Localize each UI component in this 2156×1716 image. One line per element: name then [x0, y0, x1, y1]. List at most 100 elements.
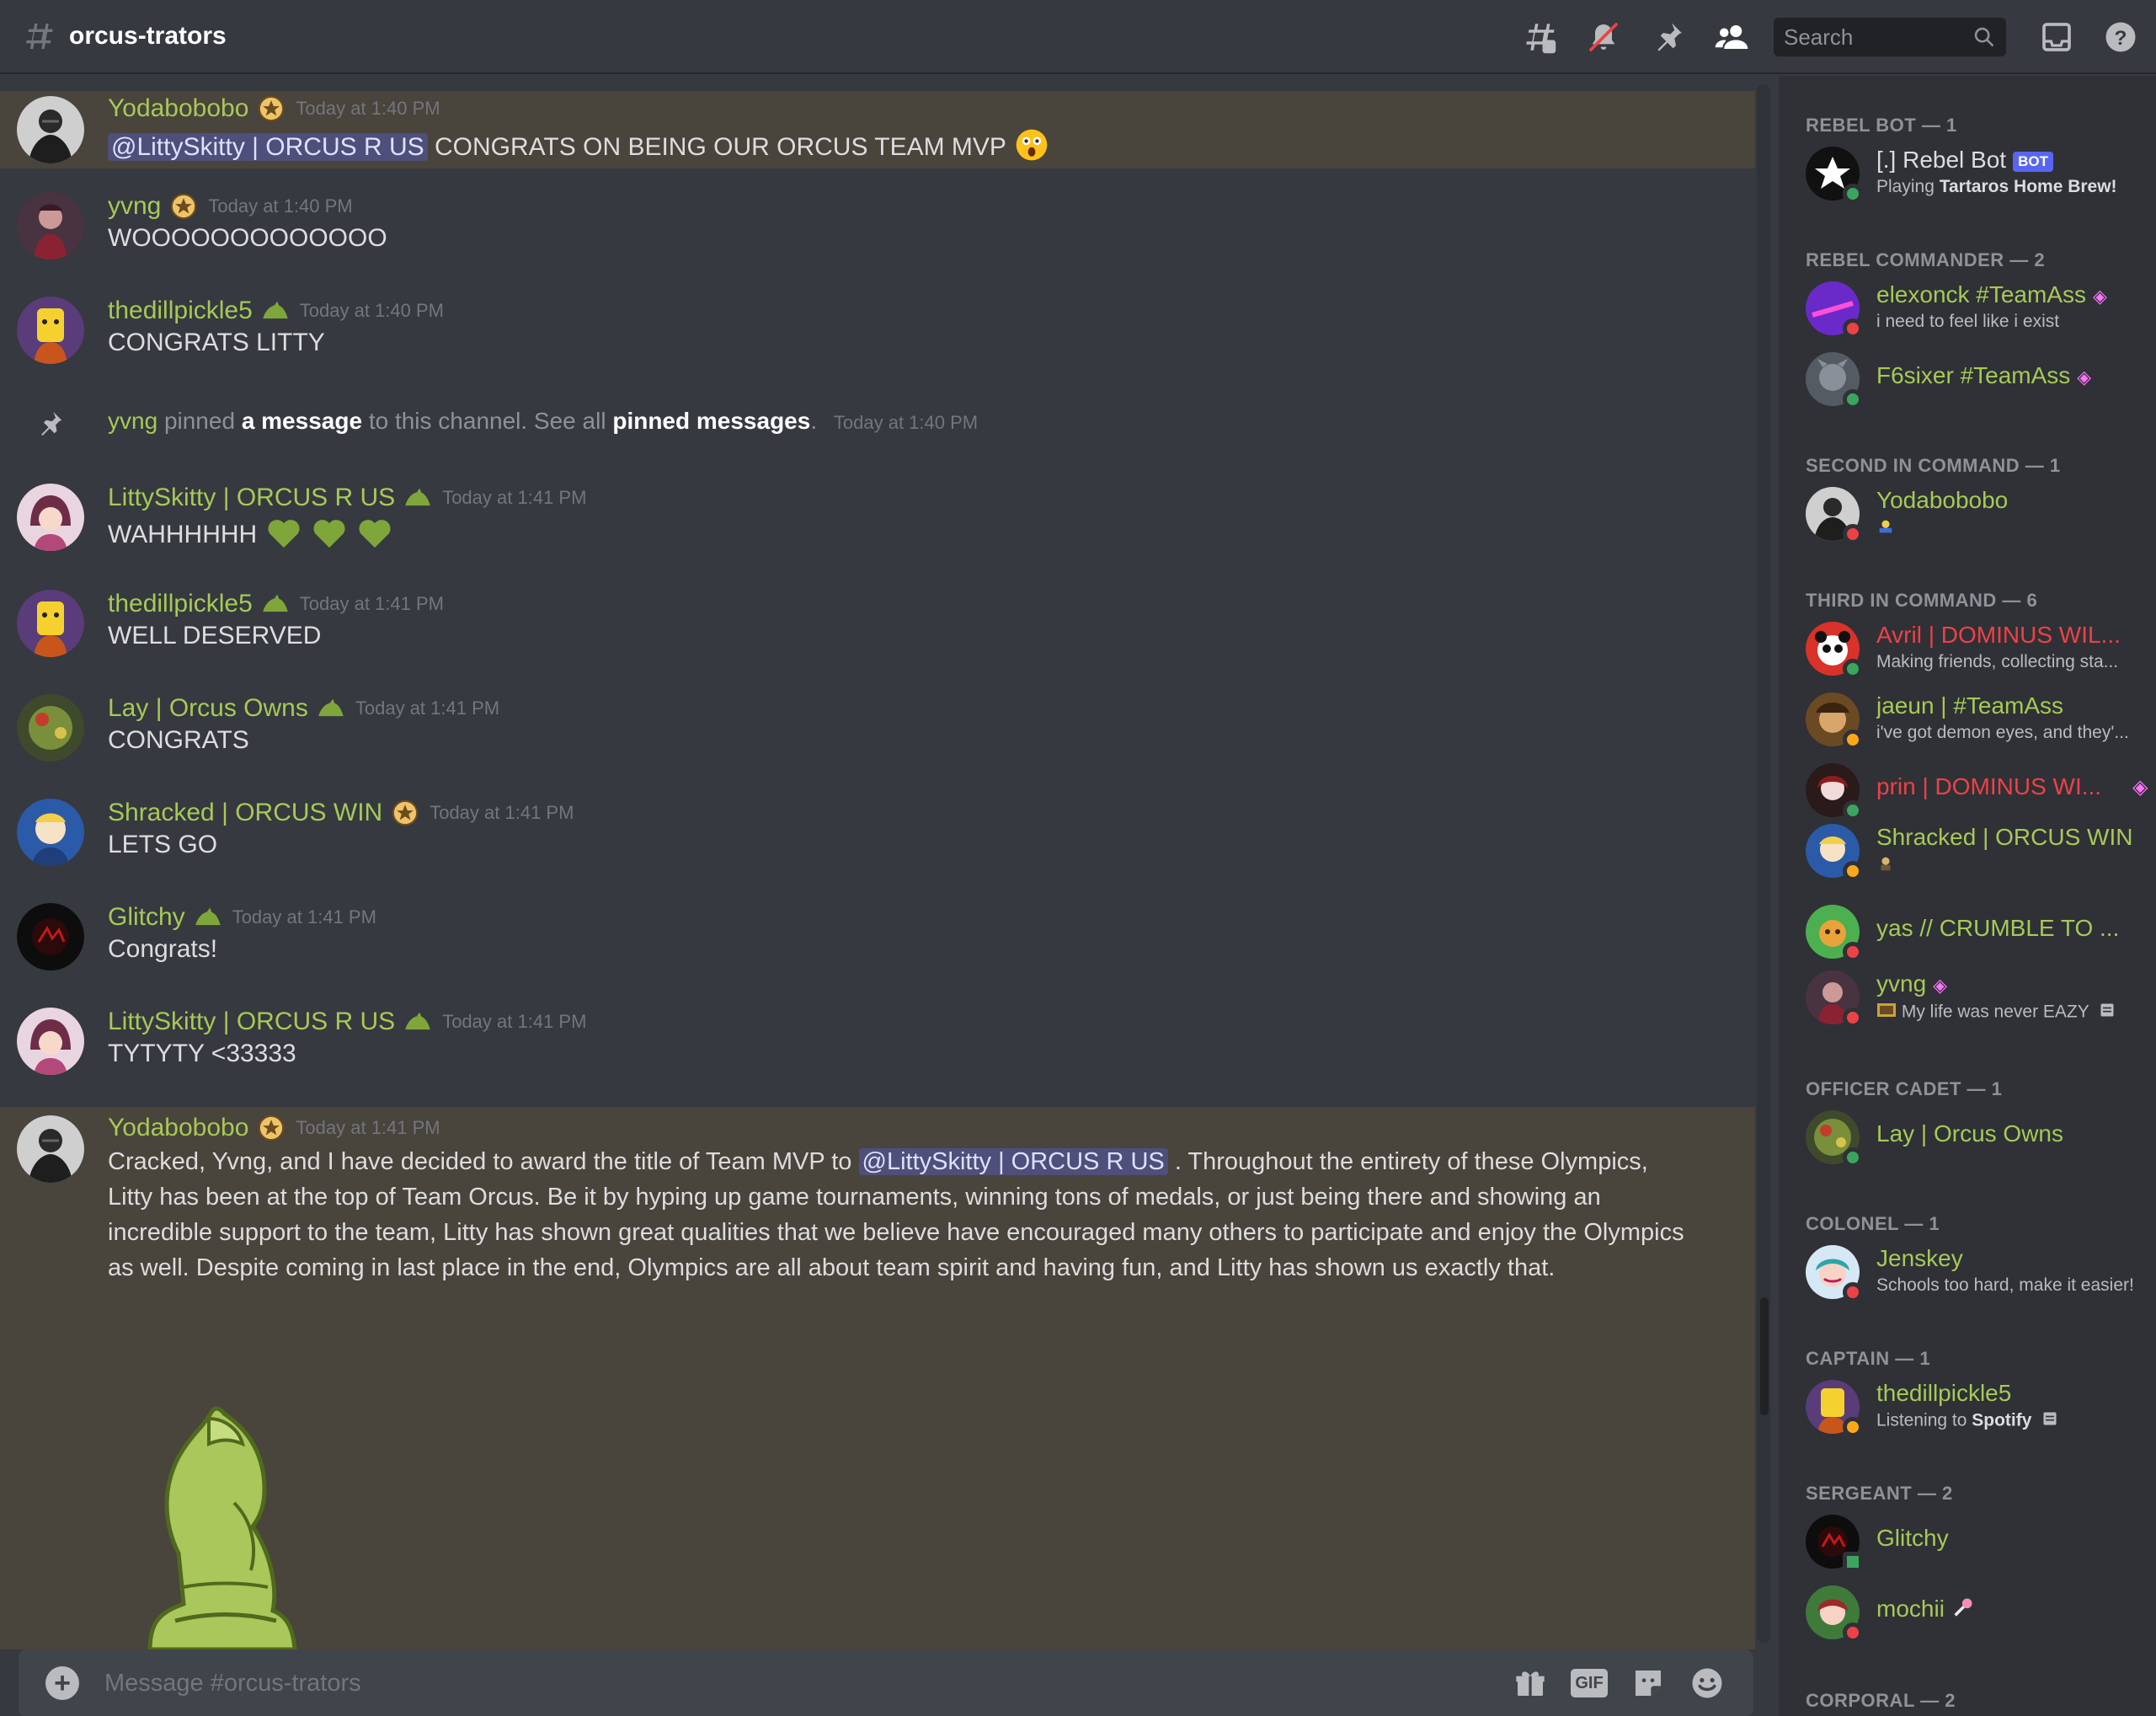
pinned-messages-link[interactable]: pinned messages: [612, 408, 810, 434]
user-mention[interactable]: @LittySkitty | ORCUS R US: [108, 132, 428, 161]
sticker-icon[interactable]: [1630, 1665, 1667, 1702]
member-item[interactable]: prin | DOMINUS WI... ◈: [1806, 756, 2151, 824]
gift-icon[interactable]: [1512, 1665, 1549, 1702]
role-badge-icon: [169, 192, 198, 221]
message-content: LETS GO: [108, 831, 218, 858]
member-item[interactable]: Lay | Orcus Owns: [1806, 1104, 2151, 1171]
search-input[interactable]: [1784, 24, 1961, 51]
member-status-text: Making friends, collecting sta...: [1876, 652, 2119, 671]
message-author[interactable]: Lay | Orcus Owns: [108, 694, 308, 723]
member-item[interactable]: yas // CRUMBLE TO ...: [1806, 898, 2151, 965]
message-author[interactable]: yvng: [108, 192, 161, 221]
pin-system-message: yvng pinned a message to this channel. S…: [0, 406, 1755, 440]
timestamp: Today at 1:41 PM: [355, 698, 500, 719]
bot-badge: BOT: [2013, 151, 2053, 172]
rich-presence-icon: [2099, 1002, 2116, 1024]
avatar: [1806, 281, 1863, 339]
timestamp: Today at 1:41 PM: [430, 802, 574, 823]
status-idle-icon: [1843, 730, 1863, 750]
inbox-icon[interactable]: [2038, 19, 2075, 56]
member-group-header: CAPTAIN — 1: [1806, 1348, 1931, 1369]
message-item[interactable]: LittySkitty | ORCUS R US Today at 1:41 P…: [0, 1008, 1755, 1075]
message-item[interactable]: LittySkitty | ORCUS R US Today at 1:41 P…: [0, 484, 1755, 551]
member-item[interactable]: Glitchy: [1806, 1508, 2151, 1575]
status-mobile-icon: [1843, 1552, 1863, 1572]
message-author[interactable]: LittySkitty | ORCUS R US: [108, 484, 395, 512]
message-item[interactable]: yvng Today at 1:40 PM WOOOOOOOOOOOOO: [0, 192, 1755, 259]
avatar[interactable]: [17, 1115, 84, 1183]
message-author[interactable]: Shracked | ORCUS WIN: [108, 799, 382, 827]
help-icon[interactable]: ?: [2102, 19, 2139, 56]
avatar[interactable]: [17, 903, 84, 970]
message-author[interactable]: thedillpickle5: [108, 297, 253, 325]
member-item[interactable]: mochii: [1806, 1579, 2151, 1646]
avatar[interactable]: [17, 96, 84, 163]
pinned-message-link[interactable]: a message: [242, 408, 362, 434]
orca-badge-icon: [194, 903, 222, 932]
member-list[interactable]: REBEL BOT — 1 [.] Rebel Bot BOT Playing T…: [1779, 76, 2156, 1716]
avatar: [1806, 763, 1863, 821]
member-item[interactable]: jaeun | #TeamAss i've got demon eyes, an…: [1806, 686, 2151, 753]
avatar[interactable]: [17, 192, 84, 259]
message-list[interactable]: Yodabobobo Today at 1:40 PM @LittySkitty…: [0, 76, 1755, 1649]
message-author[interactable]: Glitchy: [108, 903, 185, 932]
pin-user[interactable]: yvng: [108, 408, 157, 434]
message-item[interactable]: Yodabobobo Today at 1:41 PM Cracked, Yvn…: [0, 1107, 1755, 1649]
member-name: elexonck #TeamAss ◈: [1876, 281, 2107, 307]
rich-presence-icon: [2041, 1410, 2058, 1432]
message-item[interactable]: Lay | Orcus Owns Today at 1:41 PM CONGRA…: [0, 694, 1755, 762]
message-author[interactable]: Yodabobobo: [108, 94, 248, 123]
channel-name: orcus-trators: [69, 22, 227, 50]
member-name: prin | DOMINUS WI...: [1876, 773, 2102, 799]
gif-button[interactable]: GIF: [1571, 1665, 1608, 1702]
message-author[interactable]: Yodabobobo: [108, 1114, 248, 1142]
message-item[interactable]: thedillpickle5 Today at 1:41 PM WELL DES…: [0, 590, 1755, 657]
avatar[interactable]: [17, 590, 84, 657]
search-box[interactable]: [1774, 18, 2006, 56]
member-item[interactable]: elexonck #TeamAss ◈ i need to feel like i…: [1806, 275, 2151, 342]
pin-icon[interactable]: [1649, 19, 1686, 56]
timestamp: Today at 1:40 PM: [296, 98, 440, 119]
member-item[interactable]: Jenskey Schools too hard, make it easier…: [1806, 1238, 2151, 1306]
member-item[interactable]: F6sixer #TeamAss ◈: [1806, 345, 2151, 413]
member-item[interactable]: Avril | DOMINUS WIL... Making friends, c…: [1806, 615, 2151, 682]
message-author[interactable]: thedillpickle5: [108, 590, 253, 618]
member-status-text: i've got demon eyes, and they'...: [1876, 723, 2129, 742]
chat-scrollbar-thumb[interactable]: [1760, 1297, 1769, 1415]
message-composer[interactable]: + GIF: [19, 1649, 1753, 1716]
timestamp: Today at 1:40 PM: [833, 412, 979, 433]
avatar[interactable]: [17, 297, 84, 364]
member-name: Glitchy: [1876, 1525, 1949, 1551]
emoji-icon[interactable]: [1689, 1665, 1726, 1702]
member-group-header: REBEL COMMANDER — 2: [1806, 249, 2046, 270]
message-item[interactable]: Glitchy Today at 1:41 PM Congrats!: [0, 903, 1755, 970]
message-item[interactable]: Shracked | ORCUS WIN Today at 1:41 PM LE…: [0, 799, 1755, 866]
user-mention[interactable]: @LittySkitty | ORCUS R US: [858, 1148, 1168, 1175]
message-input[interactable]: [104, 1669, 1452, 1697]
member-item[interactable]: Yodabobobo: [1806, 480, 2151, 548]
orca-trophy-image[interactable]: [108, 1368, 335, 1649]
message-author[interactable]: LittySkitty | ORCUS R US: [108, 1008, 395, 1036]
member-item[interactable]: yvng ◈ My life was never EAZY: [1806, 964, 2151, 1031]
custom-status-emoji-icon: [1876, 1001, 1897, 1024]
message-item[interactable]: Yodabobobo Today at 1:40 PM @LittySkitty…: [0, 91, 1755, 168]
member-name: Shracked | ORCUS WIN: [1876, 824, 2133, 850]
avatar[interactable]: [17, 1008, 84, 1075]
avatar[interactable]: [17, 799, 84, 866]
orca-badge-icon: [261, 297, 290, 325]
member-item[interactable]: thedillpickle5 Listening to Spotify: [1806, 1373, 2151, 1441]
status-dnd-icon: [1843, 524, 1863, 544]
avatar[interactable]: [17, 694, 84, 762]
mute-notifications-icon[interactable]: [1585, 19, 1622, 56]
threads-icon[interactable]: [1521, 19, 1558, 56]
add-attachment-button[interactable]: +: [45, 1666, 79, 1700]
timestamp: Today at 1:40 PM: [208, 195, 353, 217]
member-item[interactable]: Shracked | ORCUS WIN: [1806, 817, 2151, 885]
status-online-icon: [1843, 1147, 1863, 1168]
member-list-icon[interactable]: [1713, 19, 1750, 56]
message-item[interactable]: thedillpickle5 Today at 1:40 PM CONGRATS…: [0, 297, 1755, 364]
avatar: [1806, 1515, 1863, 1572]
message-content: Congrats!: [108, 935, 218, 963]
member-item[interactable]: [.] Rebel Bot BOT Playing Tartaros Home B…: [1806, 140, 2151, 207]
avatar[interactable]: [17, 484, 84, 551]
